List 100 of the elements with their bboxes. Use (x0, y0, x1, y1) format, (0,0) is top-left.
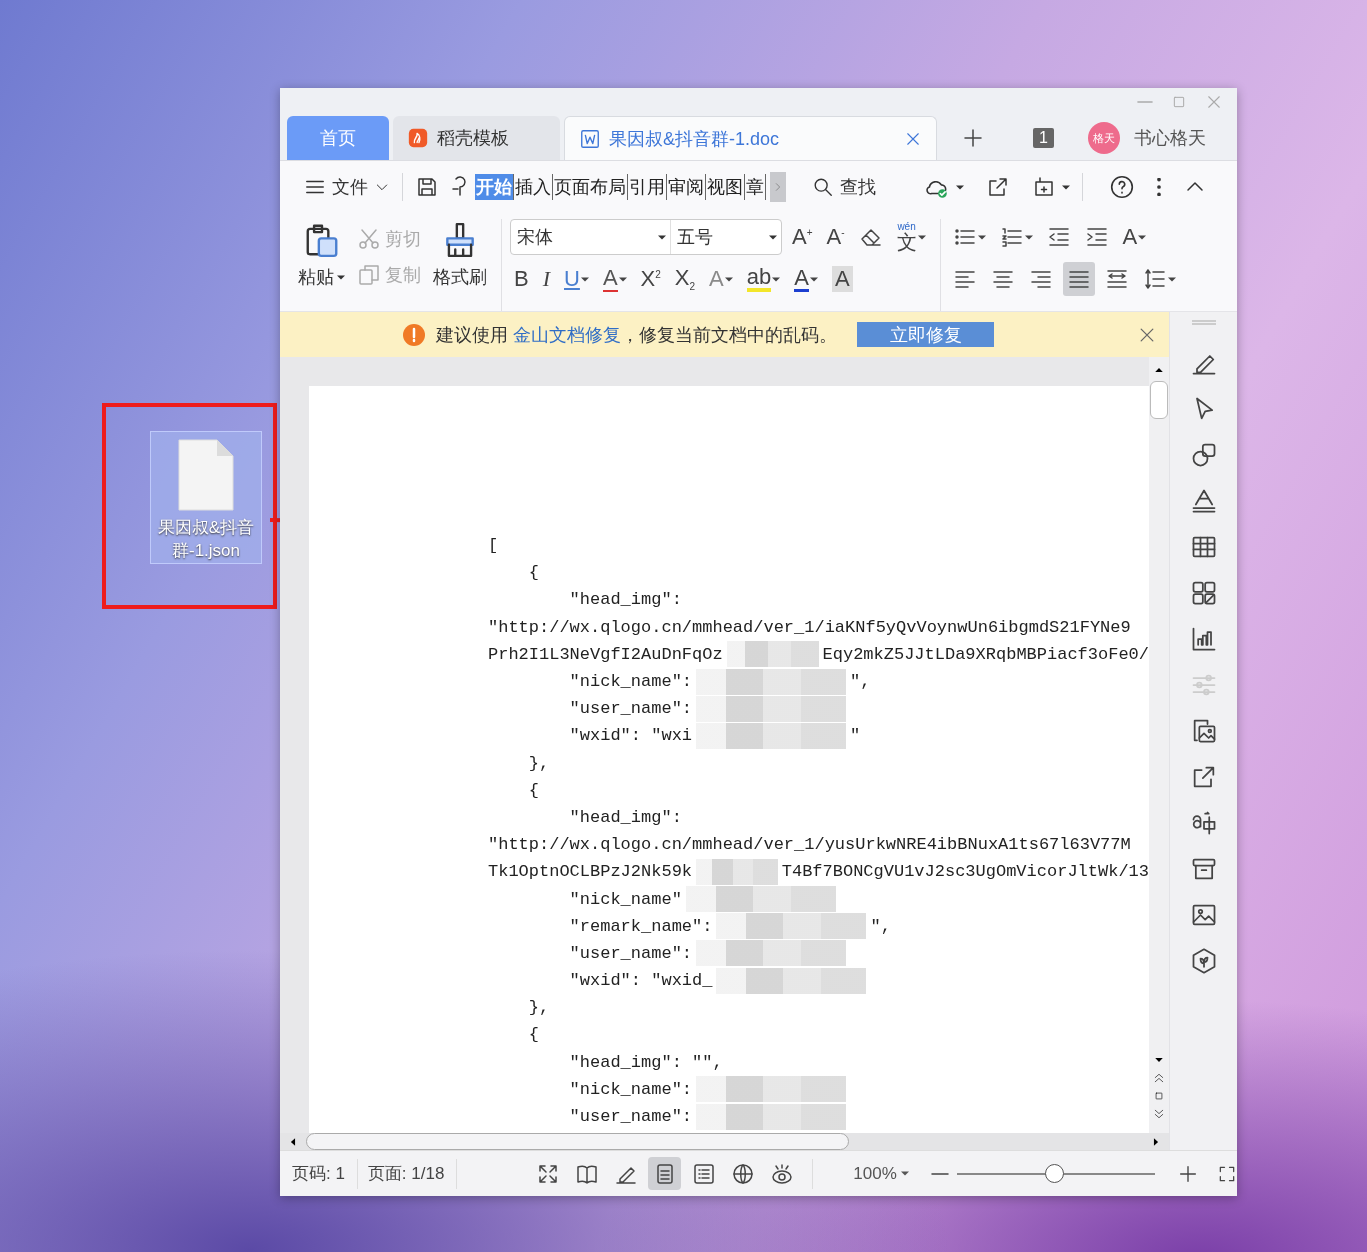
code-text: { (528, 562, 539, 585)
scroll-thumb[interactable] (306, 1133, 849, 1150)
new-tab-icon (961, 126, 985, 150)
shrink-font-button[interactable]: A$^{-}$ (822, 220, 849, 254)
code-text: "wxid": "wxi (569, 725, 693, 748)
share-icon (986, 175, 1010, 199)
code-text: }, (528, 752, 550, 775)
outline-icon (691, 1161, 716, 1186)
italic-button[interactable]: I (538, 262, 554, 296)
select-browse-icon (1154, 1091, 1164, 1101)
decrease-indent-icon (1046, 225, 1071, 249)
caret-icon (956, 184, 964, 190)
code-text: T4Bf7BONCgVU1vJ2sc3UgOmVicorJltWk/13 (781, 861, 1149, 884)
code-text: "head_img": (569, 806, 682, 829)
strikethrough-button[interactable]: A (598, 262, 631, 296)
justify-button[interactable] (1062, 262, 1095, 296)
code-text: "nick_name": (569, 1078, 693, 1101)
paste-button[interactable]: 粘贴 (294, 219, 349, 311)
menu-tab[interactable]: 章 (745, 174, 766, 200)
menu-tab[interactable]: 视图 (706, 174, 745, 200)
code-text: Eqy2mkZ5JJtLDa9XRqbMBPiacf3oFe0/ (822, 643, 1149, 666)
page-number: 页码: 1 (292, 1163, 346, 1185)
font-name-dropdown[interactable]: 宋体 (511, 220, 671, 254)
code-text: [ (488, 535, 499, 558)
phonetic-guide-button[interactable]: wén 文 (892, 220, 930, 254)
grip-handle[interactable] (1191, 320, 1216, 325)
repair-link[interactable]: 金山文档修复 (513, 324, 621, 345)
minus-icon (930, 1172, 949, 1175)
code-text: "user_name": (569, 942, 693, 965)
tab[interactable]: 稻壳模板 (393, 116, 560, 160)
file-name: 果因叔&抖音群-1.json (156, 517, 256, 562)
bold-button[interactable]: B (510, 262, 533, 296)
caret-icon (337, 274, 345, 280)
scroll-up-icon (1154, 365, 1164, 375)
scroll-right-icon (1151, 1136, 1161, 1147)
save-icon (415, 175, 439, 199)
add-page-icon (1032, 175, 1056, 199)
code-text: Tk1OptnOCLBPzJ2Nk59k (488, 861, 693, 884)
superscript-button[interactable]: X$^{2}$ (636, 262, 665, 296)
highlight-button[interactable]: ab (742, 262, 785, 296)
globe-icon (730, 1161, 755, 1186)
code-text: "remark_name": (569, 915, 713, 938)
code-text: "head_img": "", (569, 1051, 723, 1074)
eye-icon (769, 1161, 794, 1186)
code-text: { (528, 779, 539, 802)
warning-icon (402, 322, 426, 347)
code-text: "nick_name": (569, 671, 693, 694)
scroll-thumb[interactable] (1150, 381, 1168, 419)
file-menu[interactable]: 文件 (300, 171, 394, 203)
code-text: "http://wx.qlogo.cn/mmhead/ver_1/iaKNf5yQvVoynwUn6ibgmdS21FYNe9 (488, 616, 1131, 639)
code-text: "nick_name" (569, 888, 682, 911)
help-icon (1109, 174, 1135, 200)
menu-tab[interactable]: 引用 (628, 174, 667, 200)
zoom-out-button[interactable] (930, 1172, 949, 1175)
scroll-left-icon (288, 1136, 298, 1147)
file-icon (177, 438, 235, 512)
code-text: Prh2I1L3NeVgfI2AuDnFqOz (488, 643, 723, 666)
user-name[interactable]: 书心格天 (1133, 126, 1206, 150)
zoom-dropdown[interactable]: 100% (853, 1163, 909, 1184)
code-text: "wxid": "wxid_ (569, 970, 713, 993)
code-text: " (850, 725, 861, 748)
underline-button[interactable]: U (560, 262, 593, 296)
menu-tab[interactable]: 审阅 (667, 174, 706, 200)
caret-icon (900, 1171, 909, 1176)
code-text: "user_name": (569, 1106, 693, 1129)
close-icon (1205, 93, 1223, 111)
font-size-dropdown[interactable]: 五号 (671, 220, 781, 254)
previous-page-icon (1154, 1071, 1164, 1085)
distribute-icon (1104, 267, 1129, 291)
page-view-button[interactable] (648, 1157, 682, 1190)
scissors-icon (357, 227, 381, 251)
code-text: ", (870, 915, 891, 938)
caret-icon (769, 234, 777, 240)
menu-tab[interactable]: 页面布局 (553, 174, 628, 200)
caret-icon (658, 234, 666, 240)
line-spacing-icon (1142, 267, 1167, 291)
next-page-icon (1154, 1107, 1164, 1121)
search-button[interactable]: 查找 (808, 171, 880, 203)
tab[interactable]: 果因叔&抖音群-1.doc (564, 116, 937, 160)
chevron-right-icon (773, 182, 783, 192)
code-text: "user_name": (569, 698, 693, 721)
increase-indent-icon (1084, 225, 1109, 249)
code-text: ", (850, 671, 871, 694)
slider-thumb[interactable] (1044, 1163, 1064, 1183)
text-direction-button[interactable]: A (1118, 220, 1151, 254)
window-count-badge[interactable]: 1 (1033, 128, 1054, 148)
subscript-button[interactable]: X$_{2}$ (670, 262, 700, 296)
menu-tab[interactable]: 插入 (514, 174, 553, 200)
flame-icon (407, 127, 429, 149)
search-icon (812, 176, 834, 198)
minimize-icon (1137, 101, 1153, 103)
document-icon (579, 127, 601, 150)
caret-icon (1062, 184, 1070, 190)
code-text: "http://wx.qlogo.cn/mmhead/ver_1/yusUrkwNRE4ibBNuxA1ts67l63V77M (488, 834, 1131, 857)
page-count: 页面: 1/18 (367, 1163, 446, 1185)
format-painter-button[interactable]: 格式刷 (429, 219, 491, 311)
grow-font-button[interactable]: A$^{+}$ (788, 220, 817, 254)
code-text: "head_img": (569, 589, 682, 612)
notice-text: 建议使用 金山文档修复，修复当前文档中的乱码。 (436, 323, 837, 347)
font-color-button[interactable]: A (790, 262, 822, 296)
